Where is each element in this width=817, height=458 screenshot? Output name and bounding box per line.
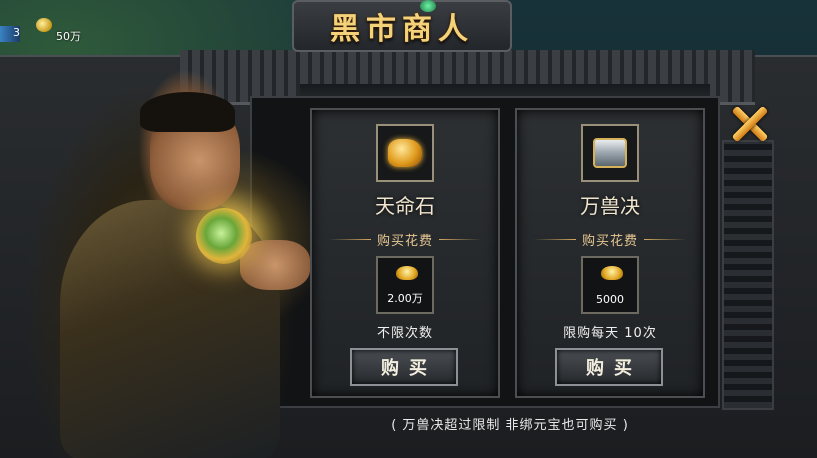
item-name: 万兽决 [580, 194, 640, 218]
item-slot[interactable] [581, 124, 639, 182]
merchant-portrait [0, 40, 320, 458]
divider [328, 239, 371, 240]
silver-chest-icon [593, 138, 627, 168]
purchase-limit-text: 不限次数 [376, 326, 433, 341]
price-slot: 2.00万 [376, 256, 434, 314]
divider [439, 239, 481, 240]
purchase-limit-text: 限购每天 10次 [563, 326, 657, 341]
footer-note: ( 万兽决超过限制 非绑元宝也可购买 ) [391, 418, 629, 433]
item-slot[interactable] [376, 124, 434, 182]
close-button[interactable] [728, 102, 772, 146]
merchant-hand [240, 240, 310, 290]
cost-label: 购买花费 [376, 234, 433, 249]
buy-button-tianmingshi[interactable]: 购买 [350, 348, 458, 386]
merchant-hair [140, 92, 235, 132]
buy-button-wanshoujue[interactable]: 购买 [555, 348, 663, 386]
price-slot: 5000 [581, 256, 639, 314]
gold-coin-icon [36, 18, 52, 32]
price-value: 5000 [596, 293, 624, 306]
price-value: 2.00万 [387, 292, 423, 305]
divider [644, 239, 686, 240]
glowing-jade-orb-icon [196, 208, 252, 264]
gold-ingot-icon [601, 266, 623, 280]
shop-item-card-wanshoujue: 万兽决 购买花费 5000 限购每天 10次 购买 [515, 108, 705, 398]
jade-ornament-icon [420, 0, 436, 12]
item-name: 天命石 [375, 194, 435, 218]
window-title: 黑市商人 [330, 12, 474, 47]
orange-gem-icon [388, 139, 422, 167]
lattice-window-decoration [722, 140, 774, 410]
divider [533, 239, 576, 240]
shop-item-card-tianmingshi: 天命石 购买花费 2.00万 不限次数 购买 [310, 108, 500, 398]
cost-header: 购买花费 [517, 230, 703, 249]
title-plaque: 黑市商人 [292, 0, 512, 52]
cost-header: 购买花费 [312, 230, 498, 249]
gold-ingot-icon [396, 266, 418, 280]
cost-label: 购买花费 [581, 234, 638, 249]
